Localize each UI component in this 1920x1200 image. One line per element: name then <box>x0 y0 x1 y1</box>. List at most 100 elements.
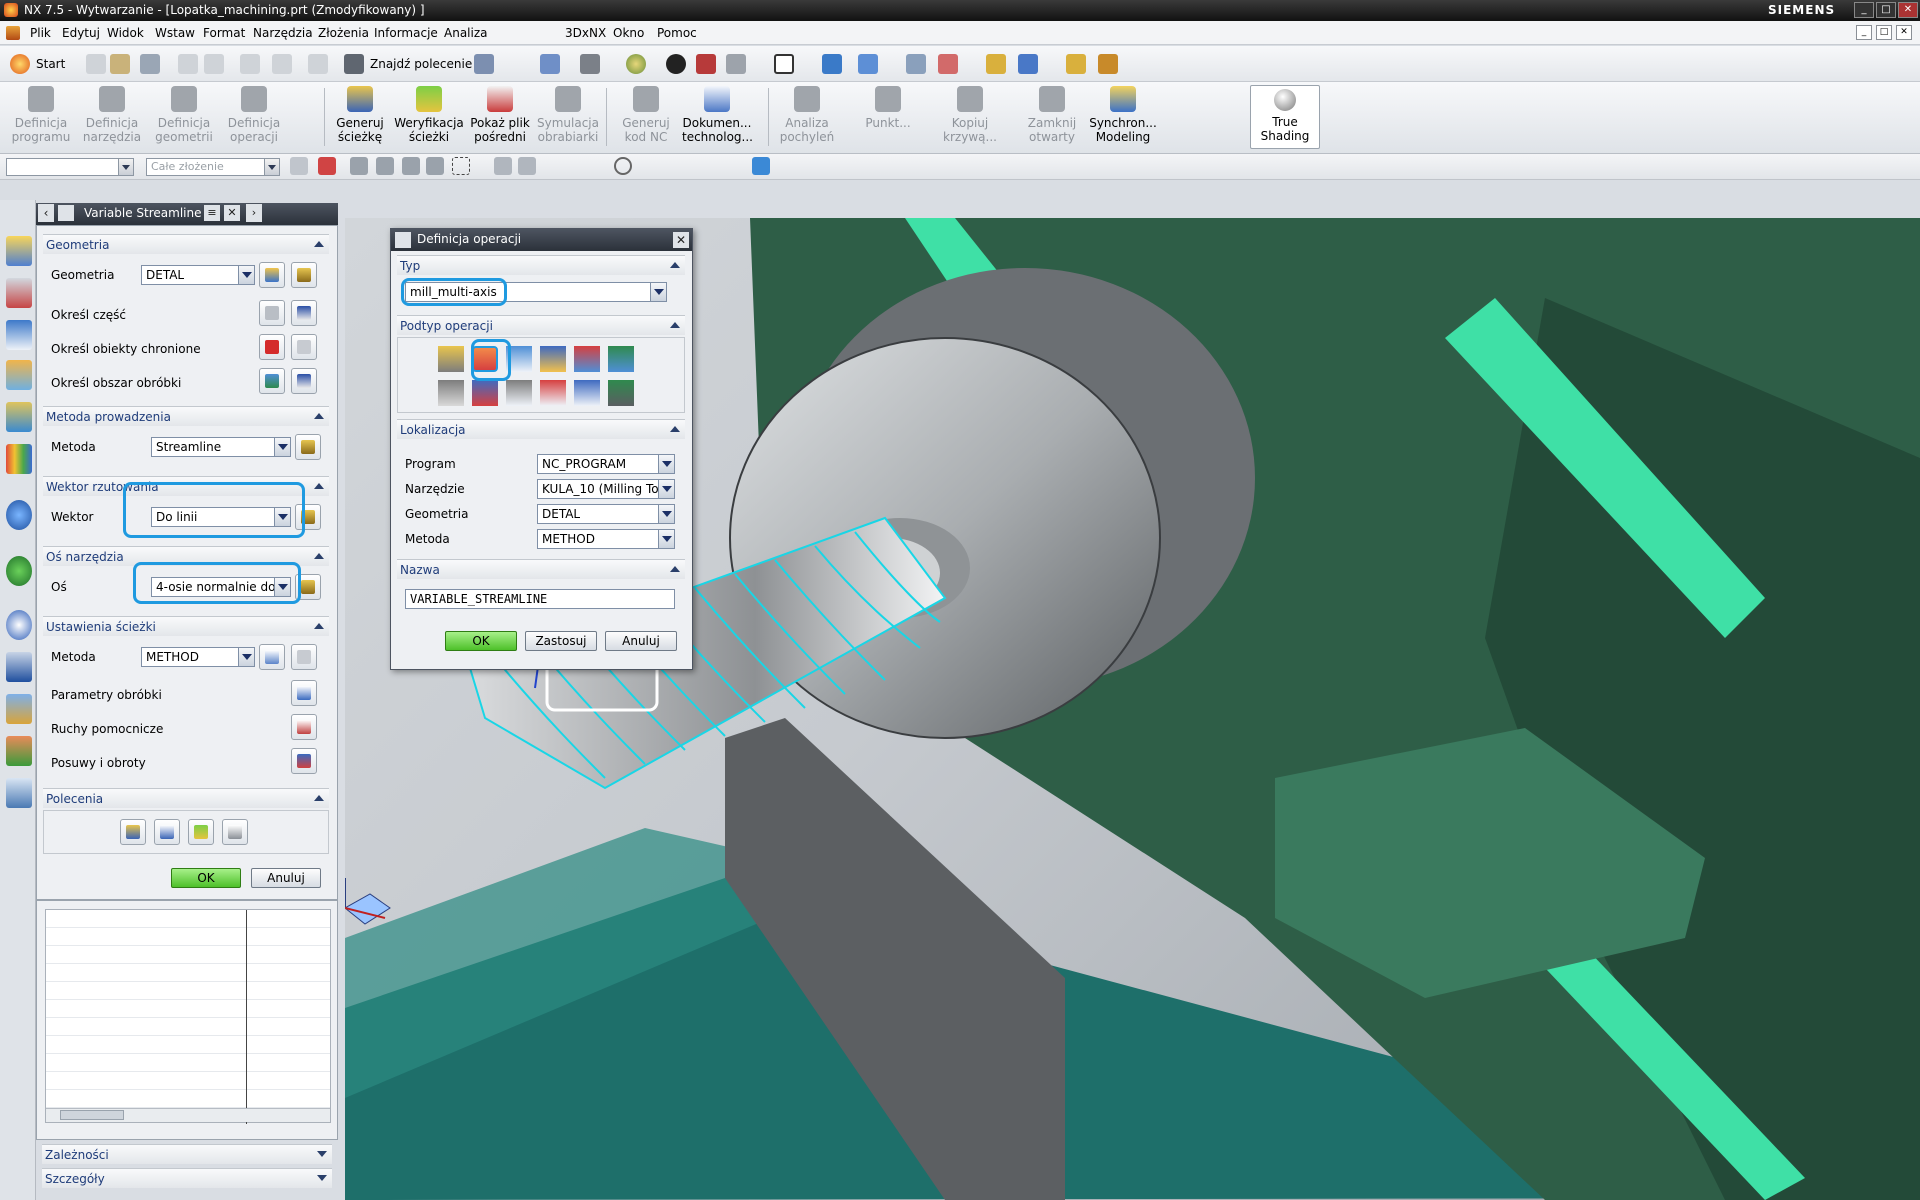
non-cutting-moves-button[interactable] <box>291 714 317 740</box>
drive-method-section-header[interactable]: Metoda prowadzenia <box>43 406 329 426</box>
chevron-left-icon[interactable]: ‹ <box>38 204 54 222</box>
nx-menu-icon[interactable] <box>6 26 20 40</box>
true-shading-button[interactable]: True Shading <box>1250 85 1320 149</box>
menu-icon[interactable]: ≡ <box>204 205 220 221</box>
pin-icon[interactable] <box>395 232 411 248</box>
subtype-section-header[interactable]: Podtyp operacji <box>397 315 685 335</box>
display-area-button[interactable] <box>291 368 317 394</box>
generate-path-button[interactable]: Generuj ścieżkę <box>332 86 388 144</box>
measure-icon[interactable] <box>1066 54 1086 74</box>
op-geometry-select[interactable]: DETAL <box>537 504 675 524</box>
save-icon[interactable] <box>140 54 160 74</box>
type-section-header[interactable]: Typ <box>397 255 685 275</box>
new-geometry-button[interactable] <box>259 262 285 288</box>
select-all-icon[interactable] <box>318 157 336 175</box>
pin-icon[interactable] <box>58 205 74 221</box>
program-definition-button[interactable]: Definicja programu <box>10 86 72 144</box>
geometry-select[interactable]: DETAL <box>141 265 255 285</box>
filter-icon[interactable] <box>290 157 308 175</box>
list-button[interactable] <box>222 819 248 845</box>
synchronous-modeling-button[interactable]: Synchron... Modeling <box>1086 86 1160 144</box>
specify-part-button[interactable] <box>259 300 285 326</box>
fixed-contour-icon[interactable] <box>540 346 566 372</box>
background-icon[interactable] <box>774 54 794 74</box>
operation-navigator-tab[interactable] <box>6 236 32 266</box>
render-style-icon[interactable] <box>626 54 646 74</box>
assembly-navigator-tab[interactable] <box>6 402 32 432</box>
operation-name-field[interactable]: VARIABLE_STREAMLINE <box>405 589 675 609</box>
replay-button[interactable] <box>154 819 180 845</box>
delete-icon[interactable] <box>272 54 292 74</box>
ruler-icon[interactable] <box>1098 54 1118 74</box>
op-apply-button[interactable]: Zastosuj <box>525 631 597 651</box>
display-check-button[interactable] <box>291 334 317 360</box>
doc-restore-button[interactable]: □ <box>1876 25 1892 40</box>
doc-minimize-button[interactable]: _ <box>1856 25 1872 40</box>
menu-edytuj[interactable]: Edytuj <box>62 26 100 40</box>
menu-informacje[interactable]: Informacje <box>374 26 438 40</box>
maximize-button[interactable]: □ <box>1876 2 1896 18</box>
wireframe-icon[interactable] <box>726 54 746 74</box>
verify-button[interactable] <box>188 819 214 845</box>
open-file-icon[interactable] <box>110 54 130 74</box>
thread-icon[interactable] <box>574 380 600 406</box>
close-button[interactable]: ✕ <box>1898 2 1918 18</box>
feeds-speeds-button[interactable] <box>291 748 317 774</box>
details-section-header[interactable]: Szczegóły <box>42 1168 332 1188</box>
fit-view-icon[interactable] <box>540 54 560 74</box>
sequential-mill-icon[interactable] <box>608 346 634 372</box>
generic-motion-icon[interactable] <box>506 380 532 406</box>
actions-section-header[interactable]: Polecenia <box>43 788 329 808</box>
tool-select[interactable]: KULA_10 (Milling Tool <box>537 479 675 499</box>
collapse-icon[interactable] <box>669 319 681 331</box>
find-command-button[interactable]: Znajdź polecenie <box>370 57 472 71</box>
find-command-icon[interactable] <box>344 54 364 74</box>
collapse-icon[interactable] <box>313 550 325 562</box>
variable-contour-icon[interactable] <box>438 346 464 372</box>
face-icon[interactable] <box>402 157 420 175</box>
path-method-select[interactable]: METHOD <box>141 647 255 667</box>
post-process-button[interactable]: Generuj kod NC <box>614 86 678 144</box>
tube-finish-icon[interactable] <box>472 380 498 406</box>
menu-plik[interactable]: Plik <box>30 26 51 40</box>
specify-area-button[interactable] <box>259 368 285 394</box>
process-studio-tab[interactable] <box>6 652 32 682</box>
location-section-header[interactable]: Lokalizacja <box>397 419 685 439</box>
close-icon[interactable]: ✕ <box>224 205 240 221</box>
name-section-header[interactable]: Nazwa <box>397 559 685 579</box>
menu-wstaw[interactable]: Wstaw <box>155 26 195 40</box>
web-browser-tab[interactable] <box>6 500 32 530</box>
roles-tab[interactable] <box>6 736 32 766</box>
close-icon[interactable]: ✕ <box>673 232 689 248</box>
path-settings-section-header[interactable]: Ustawienia ścieżki <box>43 616 329 636</box>
collapse-icon[interactable] <box>313 620 325 632</box>
operation-definition-button[interactable]: Definicja operacji <box>222 86 286 144</box>
menu-narzedzia[interactable]: Narzędzia <box>253 26 313 40</box>
point-button[interactable]: Punkt... <box>860 86 916 130</box>
assembly-filter-select[interactable]: Całe złożenie <box>146 158 280 176</box>
zlevel-5axis-icon[interactable] <box>574 346 600 372</box>
section-view-icon[interactable] <box>696 54 716 74</box>
flowcut-icon[interactable] <box>540 380 566 406</box>
edit-method-button[interactable] <box>291 644 317 670</box>
cube-view-icon[interactable] <box>752 157 770 175</box>
rectangle-select-icon[interactable] <box>452 157 470 175</box>
collapse-icon[interactable] <box>313 238 325 250</box>
new-file-icon[interactable] <box>86 54 106 74</box>
op-method-select[interactable]: METHOD <box>537 529 675 549</box>
ok-button[interactable]: OK <box>171 868 241 888</box>
menu-okno[interactable]: Okno <box>613 26 644 40</box>
undo-icon[interactable] <box>308 54 328 74</box>
edit-geometry-button[interactable] <box>291 262 317 288</box>
tool-definition-button[interactable]: Definicja narzędzia <box>80 86 144 144</box>
edit-drive-method-button[interactable] <box>295 434 321 460</box>
wcs-icon[interactable] <box>938 54 958 74</box>
menu-format[interactable]: Format <box>203 26 245 40</box>
minimize-button[interactable]: _ <box>1854 2 1874 18</box>
close-open-button[interactable]: Zamknij otwarty <box>1024 86 1080 144</box>
menu-zlozenia[interactable]: Złożenia <box>318 26 369 40</box>
reuse-library-tab[interactable] <box>6 444 32 474</box>
shading-icon[interactable] <box>666 54 686 74</box>
new-method-button[interactable] <box>259 644 285 670</box>
shop-floor-icon[interactable] <box>608 380 634 406</box>
